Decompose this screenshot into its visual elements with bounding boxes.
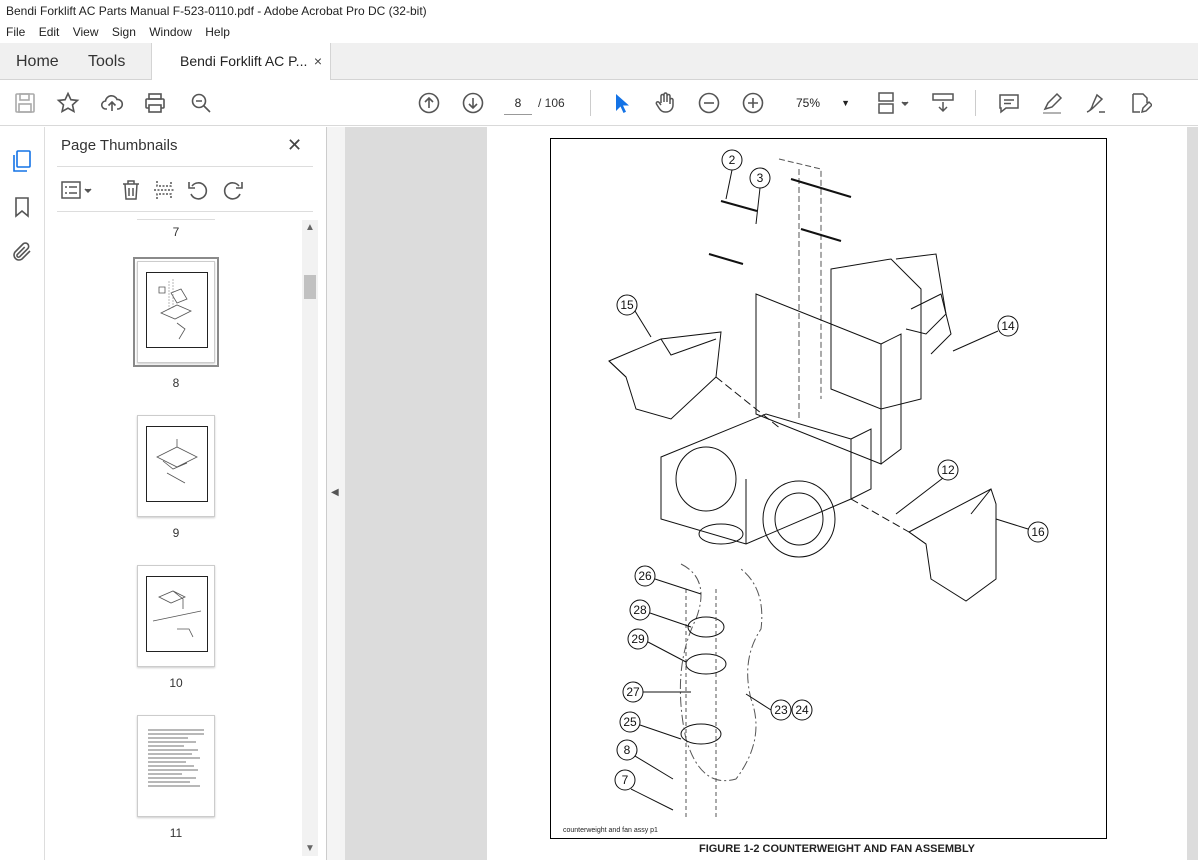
main-toolbar: 8 / 106 75% ▼ — [0, 80, 1198, 126]
thumbnail-label: 11 — [169, 826, 183, 840]
panel-splitter[interactable]: ◀ — [327, 127, 345, 860]
callout-3: 3 — [757, 171, 764, 185]
window-title: Bendi Forklift AC Parts Manual F-523-011… — [0, 0, 1198, 22]
callout-2: 2 — [729, 153, 736, 167]
callout-27: 27 — [626, 685, 640, 699]
next-page-icon[interactable] — [461, 91, 485, 115]
thumbnail-page-10[interactable] — [137, 565, 215, 667]
tab-document[interactable]: Bendi Forklift AC P... × — [151, 43, 331, 81]
thumbnail-label: 9 — [172, 526, 180, 540]
rotate-right-icon[interactable] — [221, 178, 245, 202]
menu-help[interactable]: Help — [199, 22, 234, 43]
chevron-down-icon: ▼ — [841, 98, 850, 108]
edit-pdf-icon[interactable] — [1128, 91, 1154, 115]
callout-28: 28 — [633, 603, 647, 617]
menu-file[interactable]: File — [0, 22, 29, 43]
toolbar-divider — [590, 90, 591, 116]
collapse-panel-icon[interactable]: ◀ — [331, 487, 339, 498]
panel-title: Page Thumbnails — [61, 137, 178, 154]
exploded-diagram: 2 3 15 14 12 16 26 28 29 27 23 24 25 8 7 — [608, 149, 1049, 819]
file-note: counterweight and fan assy p1 — [563, 827, 658, 834]
zoom-level-select[interactable]: 75% ▼ — [784, 91, 856, 115]
callout-26: 26 — [638, 569, 652, 583]
delete-page-icon[interactable] — [119, 178, 143, 202]
tab-bar: Home Tools Bendi Forklift AC P... × — [0, 43, 1198, 81]
upload-icon[interactable] — [100, 91, 124, 115]
comment-icon[interactable] — [997, 91, 1021, 115]
thumbnail-page-11[interactable] — [137, 715, 215, 817]
print-icon[interactable] — [143, 91, 167, 115]
callout-29: 29 — [631, 632, 645, 646]
thumbnail-options-icon[interactable] — [60, 178, 96, 202]
panel-divider — [57, 211, 313, 212]
page-thumbnails-icon[interactable] — [10, 149, 34, 173]
tab-tools[interactable]: Tools — [88, 43, 125, 80]
callout-15: 15 — [620, 298, 634, 312]
page-number-input[interactable]: 8 — [504, 91, 532, 115]
bookmark-icon[interactable] — [10, 195, 34, 219]
callout-16: 16 — [1031, 525, 1045, 539]
highlight-icon[interactable] — [1040, 91, 1064, 115]
scroll-up-icon[interactable]: ▲ — [302, 222, 318, 233]
close-tab-icon[interactable]: × — [314, 43, 322, 80]
figure-caption: FIGURE 1-2 COUNTERWEIGHT AND FAN ASSEMBL… — [698, 843, 976, 855]
thumbnail-drawing — [148, 729, 204, 787]
callout-24: 24 — [795, 703, 809, 717]
panel-divider — [57, 166, 313, 167]
attachment-icon[interactable] — [10, 240, 34, 264]
callout-7: 7 — [622, 773, 629, 787]
callout-12: 12 — [941, 463, 955, 477]
callout-14: 14 — [1001, 319, 1015, 333]
menu-window[interactable]: Window — [143, 22, 196, 43]
thumbnail-page-9[interactable] — [137, 415, 215, 517]
rotate-left-icon[interactable] — [186, 178, 210, 202]
thumbnail-label: 8 — [172, 376, 180, 390]
thumbnails-panel: Page Thumbnails ✕ 7 8 9 10 11 ▲ ▼ — [45, 127, 327, 860]
star-icon[interactable] — [56, 91, 80, 115]
toolbar-divider — [975, 90, 976, 116]
thumbnail-scrollbar[interactable]: ▲ ▼ — [302, 220, 318, 856]
hand-icon[interactable] — [653, 91, 677, 115]
document-page: 2 3 15 14 12 16 26 28 29 27 23 24 25 8 7 — [487, 127, 1187, 860]
save-icon[interactable] — [13, 91, 37, 115]
page-total: / 106 — [538, 96, 565, 110]
close-panel-icon[interactable]: ✕ — [287, 135, 302, 156]
menu-bar: File Edit View Sign Window Help — [0, 22, 1198, 43]
document-viewer[interactable]: 2 3 15 14 12 16 26 28 29 27 23 24 25 8 7 — [345, 127, 1198, 860]
callout-23: 23 — [774, 703, 788, 717]
callout-8: 8 — [624, 743, 631, 757]
zoom-level-value: 75% — [796, 96, 821, 110]
menu-sign[interactable]: Sign — [106, 22, 140, 43]
thumbnail-label: 10 — [169, 676, 183, 690]
thumbnail-label: 7 — [172, 225, 180, 239]
thumbnail-content — [146, 426, 208, 502]
callout-25: 25 — [623, 715, 637, 729]
thumbnail-list: 7 8 9 10 11 — [57, 219, 307, 859]
scrollbar-thumb[interactable] — [304, 275, 316, 299]
select-arrow-icon[interactable] — [609, 91, 633, 115]
scroll-down-icon[interactable]: ▼ — [302, 843, 318, 854]
tab-document-label: Bendi Forklift AC P... — [180, 53, 308, 69]
zoom-in-icon[interactable] — [741, 91, 765, 115]
left-rail — [0, 127, 45, 860]
tab-home[interactable]: Home — [16, 43, 59, 80]
menu-edit[interactable]: Edit — [33, 22, 64, 43]
menu-view[interactable]: View — [67, 22, 103, 43]
thumbnail-drawing — [158, 279, 192, 340]
thumbnail-drawing — [156, 439, 198, 484]
zoom-out-icon[interactable] — [697, 91, 721, 115]
split-page-icon[interactable] — [152, 178, 176, 202]
thumbnail-page-edge — [137, 219, 215, 220]
sign-icon[interactable] — [1084, 91, 1108, 115]
thumbnail-content — [146, 272, 208, 348]
scroll-mode-icon[interactable] — [931, 91, 955, 115]
thumbnail-content — [146, 726, 208, 802]
zoom-search-icon[interactable] — [189, 91, 213, 115]
prev-page-icon[interactable] — [417, 91, 441, 115]
thumbnail-page-8[interactable] — [133, 257, 219, 367]
thumbnail-content — [146, 576, 208, 652]
drawing-frame: 2 3 15 14 12 16 26 28 29 27 23 24 25 8 7 — [550, 138, 1107, 839]
page-layout-icon[interactable] — [876, 91, 912, 115]
thumbnail-drawing — [152, 590, 202, 638]
